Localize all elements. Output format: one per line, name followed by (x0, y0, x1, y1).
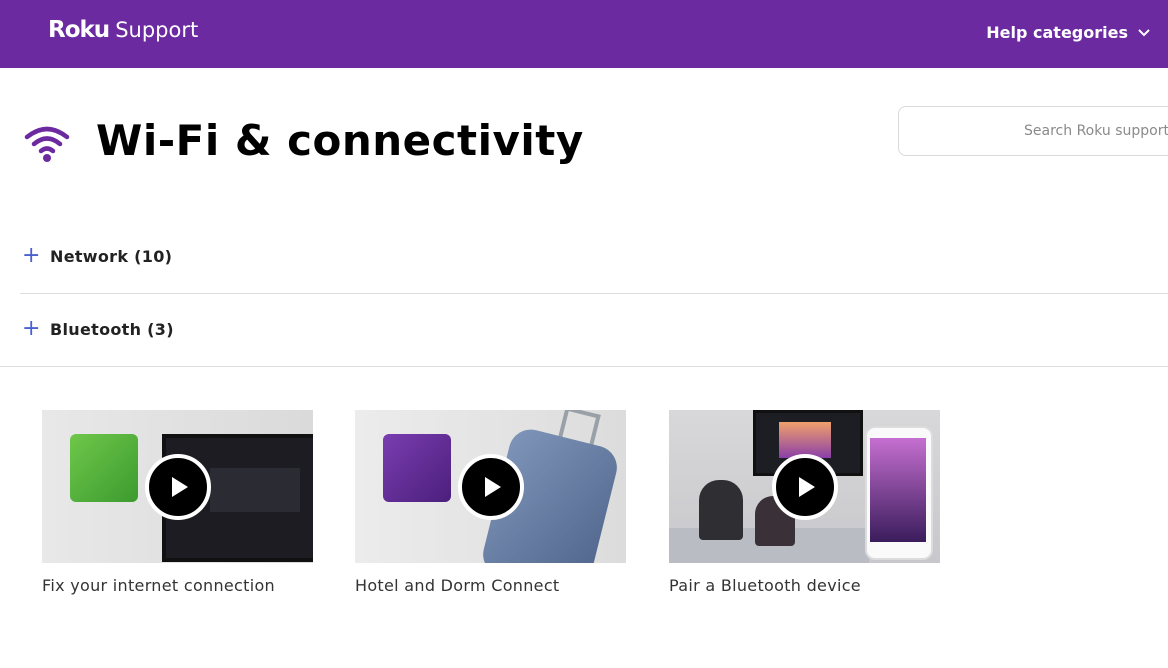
roku-logo: Roku (48, 17, 110, 43)
help-categories-label: Help categories (986, 23, 1128, 42)
search-box (898, 106, 1168, 156)
phone-screen-image (870, 438, 926, 542)
shield-card-icon (383, 434, 451, 502)
video-thumbnail[interactable] (42, 410, 313, 563)
accordion-bluetooth[interactable]: + Bluetooth (3) (20, 292, 1168, 366)
tv-screen-image (779, 422, 831, 458)
play-icon (799, 476, 815, 497)
help-categories-menu[interactable]: Help categories (986, 23, 1150, 42)
play-icon (172, 476, 188, 497)
chevron-down-icon (1138, 28, 1150, 36)
person-image (699, 480, 743, 540)
plus-icon: + (22, 243, 41, 268)
accordion-label: Bluetooth (3) (50, 319, 174, 339)
video-title[interactable]: Fix your internet connection (42, 576, 313, 595)
video-title[interactable]: Pair a Bluetooth device (669, 576, 940, 595)
search-input[interactable] (899, 107, 1168, 155)
page-title: Wi-Fi & connectivity (96, 116, 584, 165)
accordion-network[interactable]: + Network (10) (20, 219, 1168, 293)
tv-menu-image (210, 468, 300, 512)
video-thumbnail[interactable] (355, 410, 626, 563)
help-chat-icon (70, 434, 138, 502)
support-label: Support (115, 18, 199, 42)
video-card-fix-internet[interactable]: Fix your internet connection (42, 410, 313, 595)
video-title[interactable]: Hotel and Dorm Connect (355, 576, 626, 595)
play-button[interactable] (144, 453, 211, 520)
accordion-label: Network (10) (50, 246, 173, 266)
play-button[interactable] (771, 453, 838, 520)
plus-icon: + (22, 316, 41, 341)
video-card-pair-bluetooth[interactable]: Pair a Bluetooth device (669, 410, 940, 595)
top-navigation-bar: Roku Support Help categories (0, 0, 1168, 68)
video-card-hotel-dorm[interactable]: Hotel and Dorm Connect (355, 410, 626, 595)
wifi-icon (24, 126, 70, 162)
divider (0, 366, 1168, 367)
play-icon (485, 476, 501, 497)
play-button[interactable] (457, 453, 524, 520)
video-thumbnail[interactable] (669, 410, 940, 563)
roku-support-logo[interactable]: Roku Support (48, 17, 198, 43)
